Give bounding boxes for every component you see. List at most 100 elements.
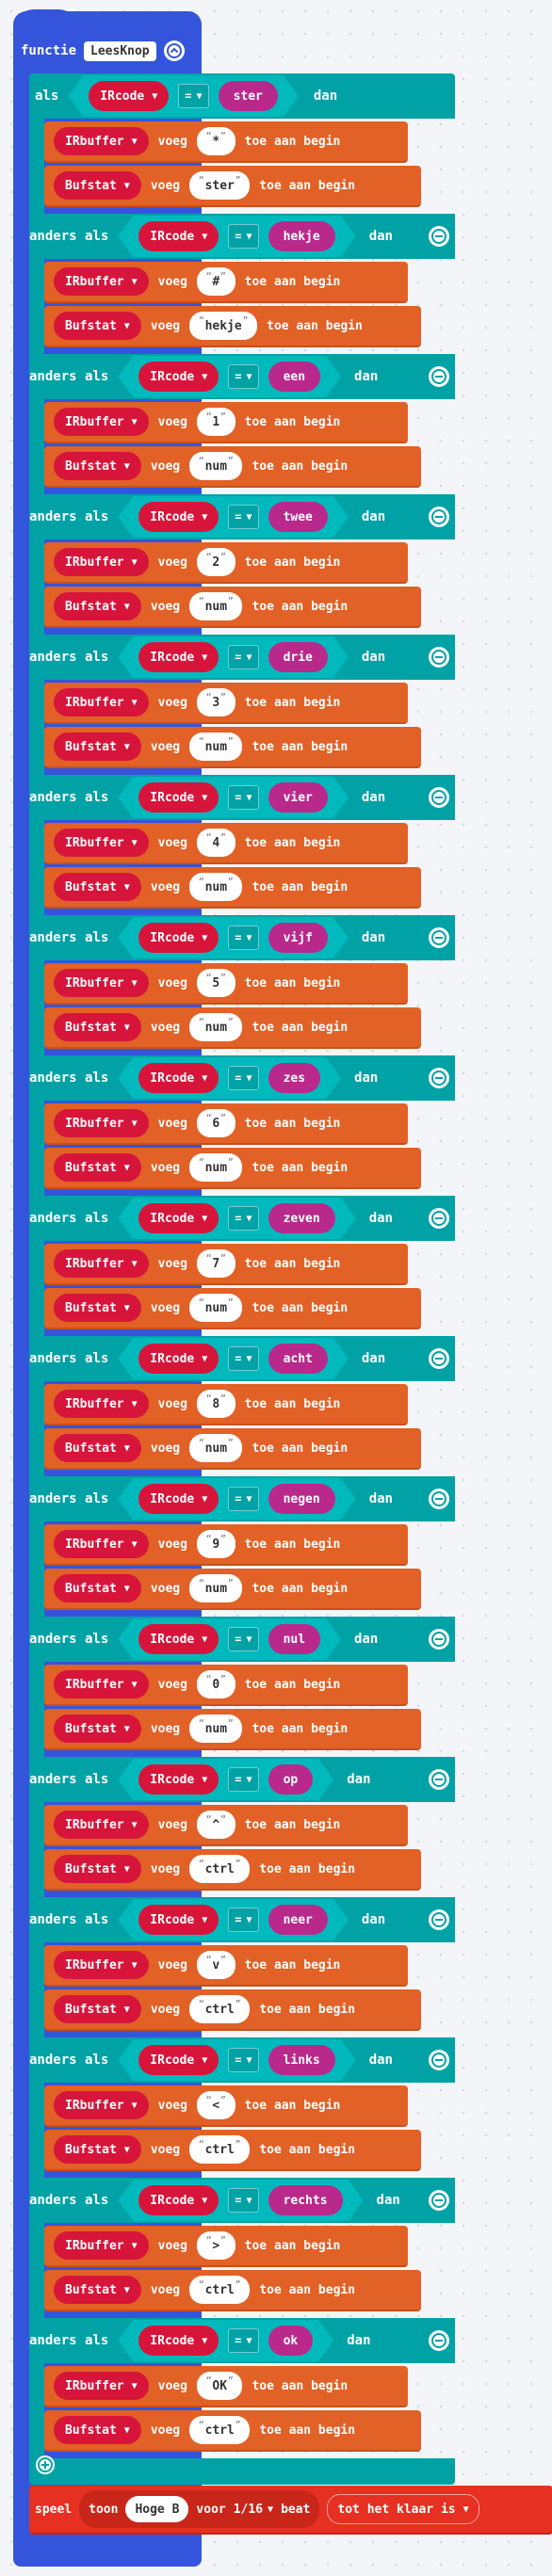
operator-dropdown[interactable]: = ▼ [228,926,258,950]
prepend-statement[interactable]: Bufstat ▼ voeg “ctrl” toe aan begin [44,2410,421,2452]
array-dropdown[interactable]: IRbuffer ▼ [54,1390,149,1418]
array-dropdown[interactable]: Bufstat ▼ [54,1855,141,1883]
variable-dropdown[interactable]: IRcode ▼ [138,362,219,392]
text-value[interactable]: “num” [189,1574,243,1602]
string-value[interactable]: op [268,1764,314,1795]
array-dropdown[interactable]: IRbuffer ▼ [54,1811,149,1839]
text-value[interactable]: “hekje” [189,312,258,340]
minus-circle-icon[interactable] [429,2190,449,2211]
text-value[interactable]: “6” [196,1109,235,1137]
variable-dropdown[interactable]: IRcode ▼ [138,1764,219,1795]
text-value[interactable]: “2” [196,548,235,576]
compare-block[interactable]: IRcode ▼ = ▼ ok [118,2320,333,2361]
array-dropdown[interactable]: IRbuffer ▼ [54,408,149,436]
text-value[interactable]: “v” [196,1951,235,1979]
variable-dropdown[interactable]: IRcode ▼ [138,1905,219,1935]
prepend-statement[interactable]: Bufstat ▼ voeg “num” toe aan begin [44,1007,421,1049]
text-value[interactable]: “ctrl” [189,2135,251,2164]
text-value[interactable]: “ctrl” [189,1995,251,2023]
array-dropdown[interactable]: Bufstat ▼ [54,2135,141,2164]
array-dropdown[interactable]: Bufstat ▼ [54,873,141,901]
string-value[interactable]: nul [268,1624,320,1654]
compare-block[interactable]: IRcode ▼ = ▼ drie [118,636,349,678]
minus-circle-icon[interactable] [429,2050,449,2070]
string-value[interactable]: vijf [268,923,328,953]
string-value[interactable]: rechts [268,2185,343,2215]
array-dropdown[interactable]: IRbuffer ▼ [54,2372,149,2400]
prepend-statement[interactable]: IRbuffer ▼ voeg “0” toe aan begin [44,1665,408,1706]
prepend-statement[interactable]: IRbuffer ▼ voeg “2” toe aan begin [44,542,408,584]
compare-block[interactable]: IRcode ▼ = ▼ negen [118,1478,355,1520]
operator-dropdown[interactable]: = ▼ [228,1908,258,1932]
prepend-statement[interactable]: IRbuffer ▼ voeg “5” toe aan begin [44,963,408,1005]
compare-block[interactable]: IRcode ▼ = ▼ acht [118,1338,349,1379]
variable-dropdown[interactable]: IRcode ▼ [138,1484,219,1514]
array-dropdown[interactable]: Bufstat ▼ [54,2276,141,2304]
variable-dropdown[interactable]: IRcode ▼ [138,2326,219,2356]
string-value[interactable]: drie [268,642,328,672]
text-value[interactable]: “num” [189,733,243,761]
text-value[interactable]: “4” [196,829,235,857]
string-value[interactable]: acht [268,1344,328,1374]
array-dropdown[interactable]: Bufstat ▼ [54,592,141,620]
array-dropdown[interactable]: Bufstat ▼ [54,1013,141,1041]
minus-circle-icon[interactable] [429,1769,449,1790]
minus-circle-icon[interactable] [429,507,449,527]
prepend-statement[interactable]: Bufstat ▼ voeg “ctrl” toe aan begin [44,1849,421,1891]
operator-dropdown[interactable]: = ▼ [228,1066,258,1090]
variable-dropdown[interactable]: IRcode ▼ [138,1344,219,1374]
compare-block[interactable]: IRcode ▼ = ▼ zes [118,1057,341,1099]
operator-dropdown[interactable]: = ▼ [228,1627,258,1651]
variable-dropdown[interactable]: IRcode ▼ [138,502,219,532]
text-value[interactable]: “0” [196,1670,235,1699]
minus-circle-icon[interactable] [429,2330,449,2351]
minus-circle-icon[interactable] [429,1348,449,1369]
array-dropdown[interactable]: IRbuffer ▼ [54,1249,149,1278]
text-value[interactable]: “num” [189,1715,243,1743]
prepend-statement[interactable]: Bufstat ▼ voeg “num” toe aan begin [44,867,421,909]
string-value[interactable]: links [268,2045,335,2075]
prepend-statement[interactable]: IRbuffer ▼ voeg “#” toe aan begin [44,262,408,303]
minus-circle-icon[interactable] [429,1068,449,1088]
prepend-statement[interactable]: IRbuffer ▼ voeg “*” toe aan begin [44,121,408,163]
minus-circle-icon[interactable] [429,366,449,387]
prepend-statement[interactable]: Bufstat ▼ voeg “num” toe aan begin [44,1569,421,1610]
function-name-field[interactable]: LeesKnop [84,40,156,61]
array-dropdown[interactable]: IRbuffer ▼ [54,1670,149,1699]
array-dropdown[interactable]: Bufstat ▼ [54,733,141,761]
prepend-statement[interactable]: Bufstat ▼ voeg “num” toe aan begin [44,1709,421,1750]
operator-dropdown[interactable]: = ▼ [228,2188,258,2213]
compare-block[interactable]: IRcode ▼ = ▼ ster [68,75,299,117]
tone-block[interactable]: toon Hoge B voor 1/16 ▼ beat [79,2490,320,2528]
string-value[interactable]: ok [268,2326,314,2356]
prepend-statement[interactable]: Bufstat ▼ voeg “ctrl” toe aan begin [44,2270,421,2311]
variable-dropdown[interactable]: IRcode ▼ [138,923,219,953]
prepend-statement[interactable]: IRbuffer ▼ voeg “3” toe aan begin [44,683,408,724]
minus-circle-icon[interactable] [429,647,449,668]
array-dropdown[interactable]: IRbuffer ▼ [54,127,149,155]
prepend-statement[interactable]: Bufstat ▼ voeg “num” toe aan begin [44,727,421,768]
array-dropdown[interactable]: Bufstat ▼ [54,1715,141,1743]
prepend-statement[interactable]: IRbuffer ▼ voeg “8” toe aan begin [44,1384,408,1425]
compare-block[interactable]: IRcode ▼ = ▼ links [118,2039,355,2081]
text-value[interactable]: “9” [196,1530,235,1558]
array-dropdown[interactable]: IRbuffer ▼ [54,548,149,576]
compare-block[interactable]: IRcode ▼ = ▼ een [118,356,341,397]
prepend-statement[interactable]: IRbuffer ▼ voeg “^” toe aan begin [44,1805,408,1846]
compare-block[interactable]: IRcode ▼ = ▼ vier [118,777,349,818]
prepend-statement[interactable]: IRbuffer ▼ voeg “OK” toe aan begin [44,2366,408,2407]
array-dropdown[interactable]: IRbuffer ▼ [54,1530,149,1558]
text-value[interactable]: “ster” [189,171,251,200]
prepend-statement[interactable]: Bufstat ▼ voeg “num” toe aan begin [44,587,421,628]
prepend-statement[interactable]: IRbuffer ▼ voeg “<” toe aan begin [44,2085,408,2127]
string-value[interactable]: een [268,362,320,392]
array-dropdown[interactable]: Bufstat ▼ [54,1995,141,2023]
variable-dropdown[interactable]: IRcode ▼ [138,2045,219,2075]
string-value[interactable]: zeven [268,1203,335,1233]
minus-circle-icon[interactable] [429,1909,449,1930]
text-value[interactable]: “1” [196,408,235,436]
minus-circle-icon[interactable] [429,1629,449,1650]
array-dropdown[interactable]: IRbuffer ▼ [54,1109,149,1137]
variable-dropdown[interactable]: IRcode ▼ [138,1203,219,1233]
variable-dropdown[interactable]: IRcode ▼ [138,782,219,813]
